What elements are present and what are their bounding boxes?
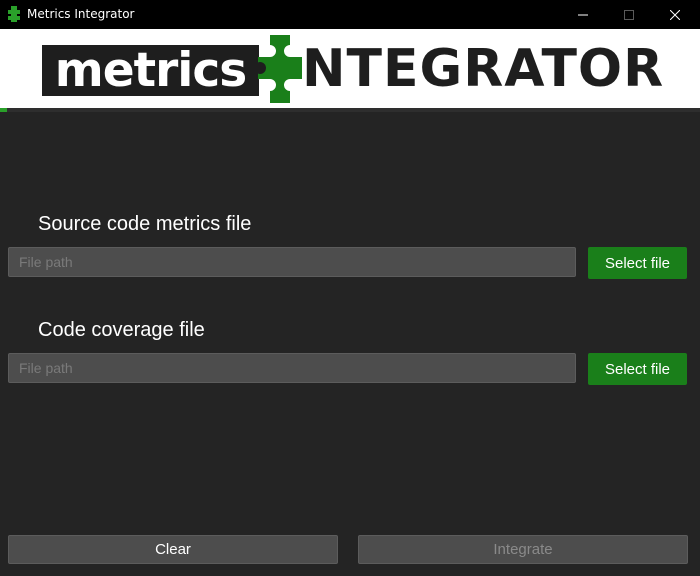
coverage-path-input[interactable] <box>8 353 576 383</box>
close-button[interactable] <box>652 0 698 29</box>
source-metrics-label: Source code metrics file <box>38 213 252 235</box>
banner: metrics NTEGRATOR <box>0 29 700 108</box>
close-icon <box>670 9 680 20</box>
puzzle-app-icon <box>8 6 20 22</box>
clear-button[interactable]: Clear <box>8 535 338 564</box>
title-bar: Metrics Integrator <box>0 0 700 29</box>
integrate-button[interactable]: Integrate <box>358 535 688 564</box>
puzzle-piece-icon <box>258 35 302 103</box>
source-metrics-path-input[interactable] <box>8 247 576 277</box>
progress-bar <box>0 108 700 112</box>
maximize-button[interactable] <box>606 0 652 29</box>
minimize-icon <box>578 14 588 15</box>
coverage-select-button[interactable]: Select file <box>588 353 687 385</box>
minimize-button[interactable] <box>560 0 606 29</box>
logo-integrator-text: NTEGRATOR <box>302 39 665 99</box>
progress-fill <box>0 108 7 112</box>
coverage-label: Code coverage file <box>38 319 205 341</box>
logo-metrics-text: metrics <box>54 43 247 98</box>
source-metrics-select-button[interactable]: Select file <box>588 247 687 279</box>
maximize-icon <box>624 9 634 20</box>
window-title: Metrics Integrator <box>27 7 135 21</box>
